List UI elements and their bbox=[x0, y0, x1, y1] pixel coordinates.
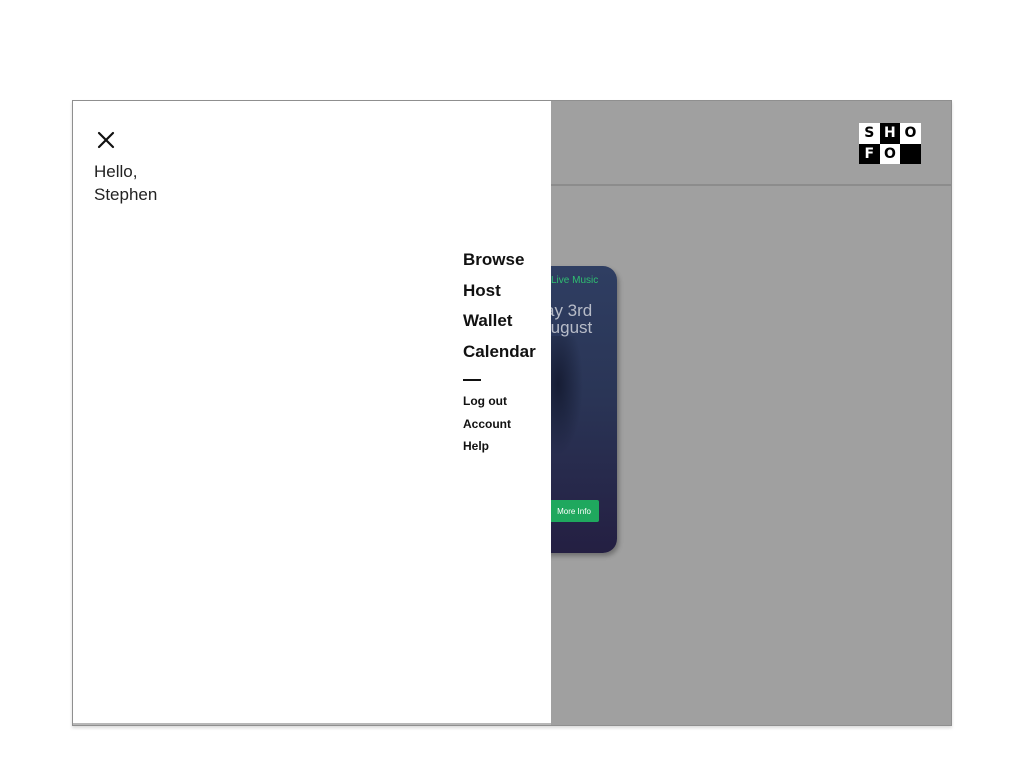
greeting-text: Hello, bbox=[94, 162, 138, 181]
nav-divider bbox=[463, 379, 481, 381]
event-date-line: ugust bbox=[550, 318, 593, 337]
nav-item-calendar[interactable]: Calendar bbox=[463, 341, 536, 372]
logo-letter: H bbox=[879, 123, 901, 144]
user-name: Stephen bbox=[94, 185, 158, 204]
nav-item-account[interactable]: Account bbox=[463, 416, 511, 439]
more-info-button[interactable]: More Info bbox=[549, 500, 599, 522]
close-icon[interactable] bbox=[96, 130, 116, 150]
logo-letter: S bbox=[859, 123, 880, 144]
app-frame: S H O F O Live Music ay 3rd ugust More I… bbox=[72, 100, 952, 726]
logo-block bbox=[900, 143, 921, 164]
nav-item-log-out[interactable]: Log out bbox=[463, 393, 511, 416]
event-category-tag: Live Music bbox=[551, 275, 599, 286]
nav-item-wallet[interactable]: Wallet bbox=[463, 310, 536, 341]
logo-letter: O bbox=[879, 143, 901, 164]
nav-item-browse[interactable]: Browse bbox=[463, 249, 536, 280]
nav-item-help[interactable]: Help bbox=[463, 438, 511, 461]
event-date: ay 3rd ugust bbox=[545, 302, 592, 336]
side-drawer: Hello, Stephen Browse Host Wallet Calend… bbox=[73, 101, 551, 725]
nav-item-host[interactable]: Host bbox=[463, 280, 536, 311]
shofo-logo[interactable]: S H O F O bbox=[859, 123, 921, 165]
logo-letter: F bbox=[859, 143, 880, 164]
primary-nav: Browse Host Wallet Calendar bbox=[463, 249, 536, 371]
logo-letter: O bbox=[900, 123, 921, 144]
secondary-nav: Log out Account Help bbox=[463, 393, 511, 461]
user-greeting: Hello, Stephen bbox=[94, 160, 157, 206]
event-date-line: ay 3rd bbox=[545, 301, 593, 320]
